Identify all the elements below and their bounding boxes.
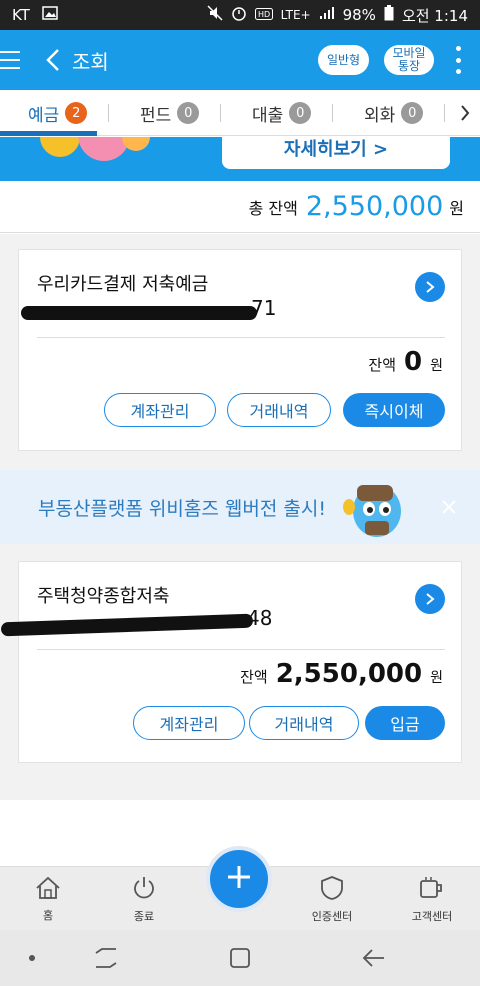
total-balance-label: 총 잔액 [248, 198, 298, 218]
nav-customer-center[interactable]: 고객센터 [392, 867, 472, 931]
tab-label: 펀드 [140, 105, 172, 126]
menu-icon[interactable] [0, 30, 28, 90]
tab-divider [108, 104, 109, 122]
divider [37, 337, 445, 338]
svg-text:HD: HD [258, 10, 270, 19]
account-name: 주택청약종합저축 [37, 586, 170, 607]
ad-banner[interactable]: 부동산플랫폼 위비홈즈 웹버전 출시! [0, 470, 480, 544]
redacted-account-number [21, 306, 257, 320]
tab-count-badge: 0 [289, 102, 312, 124]
balance-label: 잔액 [368, 356, 397, 374]
battery-label: 98% [342, 6, 376, 24]
mobile-passbook-line2: 통장 [397, 59, 421, 73]
promo-banner: 자세히보기 > [0, 137, 480, 181]
total-balance-row: 총 잔액 2,550,000 원 [0, 181, 480, 233]
account-number-suffix: 48 [247, 606, 273, 630]
account-balance: 잔액 2,550,000 원 [240, 659, 443, 689]
mascot-orange-shape [122, 137, 150, 151]
divider [37, 649, 445, 650]
redacted-account-number [0, 613, 254, 637]
account-manage-button[interactable]: 계좌관리 [133, 706, 245, 740]
account-name: 우리카드결제 저축예금 [37, 274, 209, 295]
account-card: 우리카드결제 저축예금 71 잔액 0 원 계좌관리 거래내역 즉시이체 [18, 249, 462, 451]
view-details-button[interactable]: 자세히보기 > [222, 137, 450, 169]
account-detail-arrow-icon[interactable] [415, 272, 445, 302]
quick-menu-button[interactable] [206, 846, 272, 912]
tab-label: 외화 [364, 105, 396, 126]
ad-text: 부동산플랫폼 위비홈즈 웹버전 출시! [38, 498, 326, 520]
general-mode-button[interactable]: 일반형 [318, 45, 369, 75]
mascot-yellow-shape [40, 137, 80, 157]
plus-icon [225, 863, 253, 895]
mute-icon [207, 5, 223, 25]
mascot-icon [343, 477, 405, 539]
account-balance: 잔액 0 원 [368, 347, 443, 377]
active-tab-indicator [0, 131, 97, 136]
system-navigation-bar [0, 930, 480, 986]
shield-icon [320, 875, 344, 904]
tab-label: 예금 [28, 105, 60, 126]
account-card: 주택청약종합저축 48 잔액 2,550,000 원 계좌관리 거래내역 입금 [0, 561, 462, 763]
recent-apps-icon[interactable] [88, 930, 124, 986]
power-icon [131, 875, 157, 904]
transaction-history-button[interactable]: 거래내역 [249, 706, 359, 740]
transaction-history-button[interactable]: 거래내역 [227, 393, 331, 427]
hd-icon: HD [254, 6, 273, 24]
nav-home[interactable]: 홈 [8, 867, 88, 931]
nav-certificate-center[interactable]: 인증센터 [292, 867, 372, 931]
tab-loan[interactable]: 대출 0 [252, 90, 312, 136]
balance-label: 잔액 [240, 668, 268, 686]
close-icon[interactable] [440, 498, 458, 516]
tab-count-badge: 0 [177, 102, 200, 124]
tab-count-badge: 2 [65, 102, 88, 124]
tab-fund[interactable]: 펀드 0 [140, 90, 200, 136]
back-icon[interactable] [356, 930, 392, 986]
tab-deposit[interactable]: 예금 2 [28, 90, 88, 136]
nav-label: 인증센터 [311, 909, 353, 923]
nav-exit[interactable]: 종료 [104, 867, 184, 931]
total-balance-amount: 2,550,000 [305, 191, 444, 222]
nav-label: 종료 [133, 909, 155, 923]
network-label: LTE+ [280, 8, 311, 22]
cup-icon [418, 875, 446, 904]
more-options-icon[interactable] [450, 44, 466, 76]
tab-divider [220, 104, 221, 122]
alarm-icon [231, 5, 247, 25]
balance-unit: 원 [430, 670, 443, 686]
battery-icon [384, 5, 394, 25]
balance-amount: 0 [404, 347, 423, 377]
status-bar: KT HD LTE+ 98% 오전 1:14 [0, 0, 480, 30]
chevron-right-icon[interactable] [455, 90, 475, 136]
tab-divider [332, 104, 333, 122]
total-balance-unit: 원 [449, 198, 464, 218]
home-button-icon[interactable] [222, 930, 258, 986]
tab-foreign-currency[interactable]: 외화 0 [364, 90, 424, 136]
clock-label: 오전 1:14 [401, 6, 468, 25]
instant-transfer-button[interactable]: 즉시이체 [343, 393, 445, 427]
account-manage-button[interactable]: 계좌관리 [104, 393, 216, 427]
home-icon [35, 876, 61, 903]
signal-icon [319, 6, 335, 24]
tab-divider [444, 104, 445, 122]
nav-label: 홈 [42, 908, 54, 922]
balance-unit: 원 [430, 358, 443, 374]
dot-icon [20, 930, 44, 986]
tab-label: 대출 [252, 105, 284, 126]
back-arrow-icon[interactable] [42, 30, 64, 90]
nav-label: 고객센터 [411, 909, 453, 923]
account-number-suffix: 71 [251, 296, 277, 320]
tab-count-badge: 0 [401, 102, 424, 124]
image-notification-icon [42, 6, 58, 24]
page-title: 조회 [72, 49, 109, 74]
carrier-label: KT [12, 6, 30, 24]
mobile-passbook-button[interactable]: 모바일 통장 [384, 45, 434, 75]
balance-amount: 2,550,000 [275, 659, 423, 689]
account-detail-arrow-icon[interactable] [415, 584, 445, 614]
deposit-button[interactable]: 입금 [365, 706, 445, 740]
